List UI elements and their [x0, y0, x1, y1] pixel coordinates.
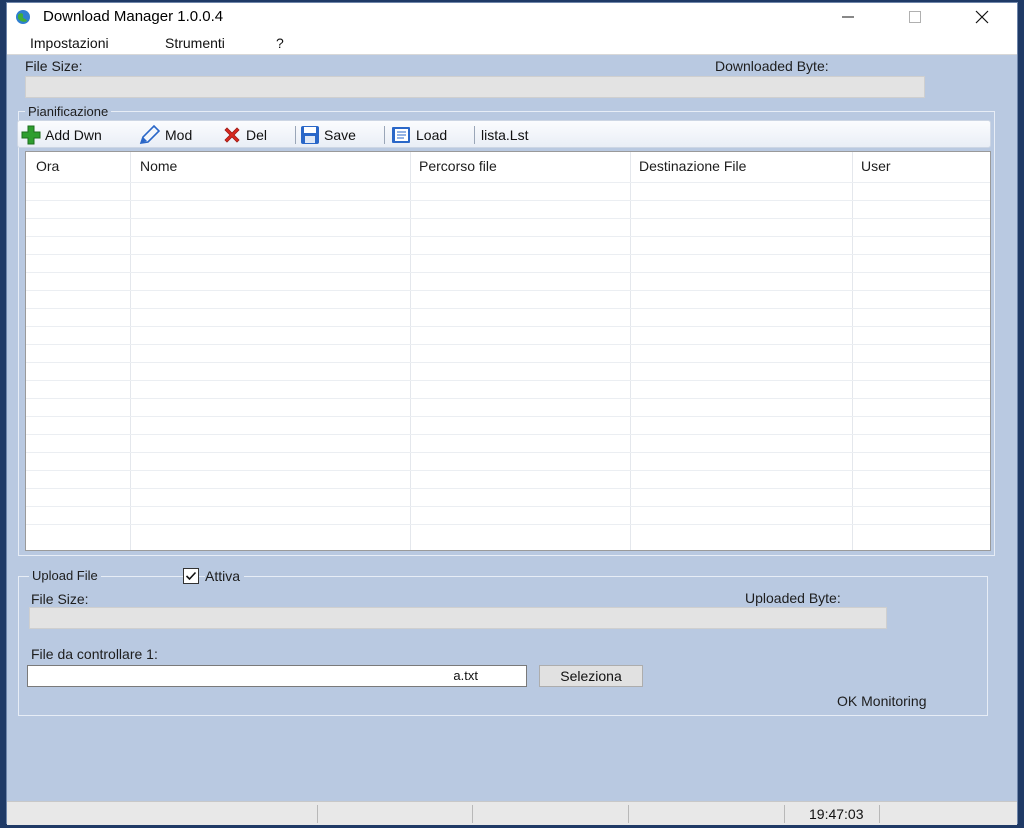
column-header-ora[interactable]: Ora: [36, 158, 59, 174]
upload-group-title: Upload File: [29, 568, 101, 583]
row-divider: [26, 218, 990, 219]
downloaded-byte-label: Downloaded Byte:: [715, 58, 829, 74]
toolbar-separator: [474, 126, 475, 144]
toolbar-separator: [384, 126, 385, 144]
menu-impostazioni[interactable]: Impostazioni: [30, 35, 109, 51]
row-divider: [26, 416, 990, 417]
row-divider: [26, 434, 990, 435]
delete-button[interactable]: Del: [222, 124, 267, 146]
row-divider: [26, 326, 990, 327]
upload-progress-bar: [29, 607, 887, 629]
x-icon: [224, 127, 240, 143]
close-button[interactable]: [959, 3, 1005, 31]
menu-help[interactable]: ?: [276, 35, 284, 51]
row-divider: [26, 236, 990, 237]
select-file-label: Seleziona: [560, 668, 622, 684]
table-header: Ora Nome Percorso file Destinazione File…: [26, 152, 990, 182]
plus-icon: [21, 125, 41, 145]
upload-file-size-label: File Size:: [31, 591, 89, 607]
status-separator: [472, 805, 473, 823]
add-download-button[interactable]: Add Dwn: [21, 124, 102, 146]
row-divider: [26, 200, 990, 201]
menu-bar: Impostazioni Strumenti ?: [7, 31, 1017, 55]
add-download-label: Add Dwn: [45, 127, 102, 143]
column-header-destinazione[interactable]: Destinazione File: [639, 158, 746, 174]
schedule-group-title: Pianificazione: [25, 104, 112, 119]
status-separator: [628, 805, 629, 823]
row-divider: [26, 290, 990, 291]
load-label: Load: [416, 127, 448, 143]
column-divider: [630, 152, 631, 550]
save-button[interactable]: Save: [300, 124, 356, 146]
row-divider: [26, 380, 990, 381]
save-label: Save: [324, 127, 356, 143]
row-divider: [26, 470, 990, 471]
modify-button[interactable]: Mod: [139, 124, 192, 146]
status-separator: [317, 805, 318, 823]
maximize-button[interactable]: [892, 3, 938, 31]
maximize-icon: [909, 11, 921, 23]
toolbar-separator: [295, 126, 296, 144]
book-icon: [392, 127, 410, 143]
list-file-name: lista.Lst: [481, 127, 529, 143]
status-bar: 19:47:03: [7, 801, 1017, 825]
window-title: Download Manager 1.0.0.4: [43, 8, 224, 25]
download-file-size-label: File Size:: [25, 58, 83, 74]
download-progress-bar: [25, 76, 925, 98]
minimize-icon: [842, 16, 854, 18]
row-divider: [26, 308, 990, 309]
file-path-input[interactable]: a.txt: [27, 665, 527, 687]
file-path-value: a.txt: [453, 668, 478, 683]
delete-label: Del: [246, 127, 268, 143]
file-to-monitor-label: File da controllare 1:: [31, 646, 158, 662]
main-window: Download Manager 1.0.0.4 Impostazioni St…: [6, 2, 1018, 825]
status-separator: [879, 805, 880, 823]
close-icon: [975, 10, 989, 24]
status-clock: 19:47:03: [809, 806, 864, 822]
attiva-label: Attiva: [205, 568, 245, 584]
column-divider: [852, 152, 853, 550]
row-divider: [26, 506, 990, 507]
uploaded-byte-label: Uploaded Byte:: [745, 590, 841, 606]
row-divider: [26, 254, 990, 255]
column-header-user[interactable]: User: [861, 158, 891, 174]
title-bar[interactable]: Download Manager 1.0.0.4: [7, 3, 1017, 31]
attiva-checkbox[interactable]: [183, 568, 199, 584]
row-divider: [26, 524, 990, 525]
row-divider: [26, 182, 990, 183]
pencil-icon: [139, 125, 161, 144]
schedule-toolbar: Add Dwn Mod Del Save Load lista.Lst: [17, 120, 991, 148]
row-divider: [26, 488, 990, 489]
column-header-nome[interactable]: Nome: [140, 158, 177, 174]
column-divider: [410, 152, 411, 550]
monitoring-status: OK Monitoring: [837, 693, 927, 709]
column-header-percorso[interactable]: Percorso file: [419, 158, 497, 174]
row-divider: [26, 344, 990, 345]
row-divider: [26, 272, 990, 273]
checkmark-icon: [185, 571, 197, 581]
row-divider: [26, 452, 990, 453]
modify-label: Mod: [165, 127, 193, 143]
globe-icon: [16, 10, 30, 24]
minimize-button[interactable]: [825, 3, 871, 31]
schedule-table[interactable]: Ora Nome Percorso file Destinazione File…: [25, 151, 991, 551]
floppy-icon: [301, 126, 319, 144]
menu-strumenti[interactable]: Strumenti: [165, 35, 225, 51]
status-separator: [784, 805, 785, 823]
load-button[interactable]: Load: [390, 124, 447, 146]
select-file-button[interactable]: Seleziona: [539, 665, 643, 687]
row-divider: [26, 398, 990, 399]
row-divider: [26, 362, 990, 363]
column-divider: [130, 152, 131, 550]
